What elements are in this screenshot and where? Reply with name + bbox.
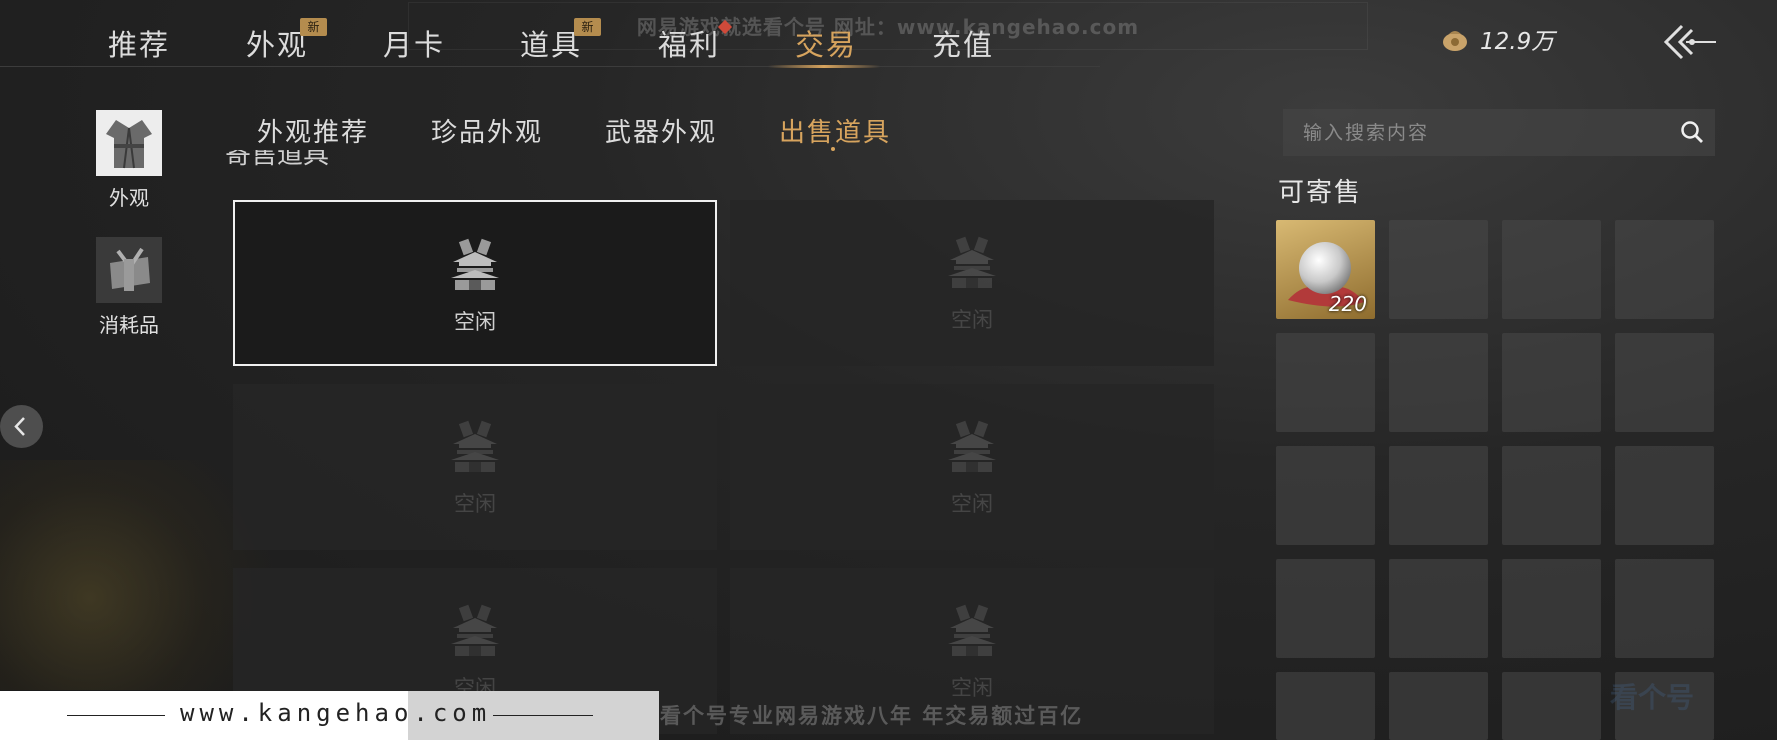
inventory-cell-empty[interactable] [1389,220,1488,319]
pavilion-icon [451,238,499,290]
consign-slot[interactable]: 空闲 [730,200,1214,366]
inventory-cell-empty[interactable] [1502,672,1601,740]
tab-monthly-card[interactable]: 月卡 [383,22,445,62]
chevron-left-icon [14,417,25,436]
search-box [1283,109,1715,156]
watermark-rule [493,715,593,716]
back-button[interactable] [1660,20,1720,64]
subtab-weapon-appearance[interactable]: 武器外观 [605,112,717,149]
back-arrow-icon [1663,24,1716,60]
new-badge: 新 [574,18,601,36]
new-badge: 新 [300,18,327,36]
robe-icon [96,110,162,176]
slot-status: 空闲 [454,310,496,334]
category-consumables[interactable]: 消耗品 [88,237,170,338]
subtab-rare-appearance[interactable]: 珍品外观 [431,112,543,149]
inventory-cell-empty[interactable] [1276,559,1375,658]
inventory-cell-empty[interactable] [1615,559,1714,658]
inventory-cell-empty[interactable] [1502,559,1601,658]
inventory-cell-empty[interactable] [1389,446,1488,545]
slot-status: 空闲 [454,492,496,516]
category-label: 外观 [109,186,149,210]
coin-pouch-icon [1443,31,1467,51]
slot-status: 空闲 [951,308,993,332]
search-icon[interactable] [1679,119,1705,145]
inventory-cell-empty[interactable] [1502,220,1601,319]
subtab-sell-items[interactable]: 出售道具 [779,112,891,149]
tab-trade[interactable]: 交易 [795,22,857,62]
consign-slot[interactable]: 空闲 [233,200,717,366]
bundle-icon [96,237,162,303]
currency-display: 12.9万 [1440,24,1555,55]
inventory-cell-empty[interactable] [1502,333,1601,432]
tab-welfare[interactable]: 福利 [658,22,720,62]
inventory-cell-empty[interactable] [1502,446,1601,545]
consign-slot[interactable]: 空闲 [730,384,1214,550]
watermark-bottom-text: 看个号专业网易游戏八年 年交易额过百亿 [660,704,1084,728]
category-appearance[interactable]: 外观 [88,110,170,211]
inventory-cell-empty[interactable] [1615,446,1714,545]
pavilion-icon [948,236,996,288]
inventory-item[interactable]: 220 [1276,220,1375,319]
consign-slot[interactable]: 空闲 [233,384,717,550]
watermark-url: www.kangehao.com [180,699,492,727]
tab-recommend[interactable]: 推荐 [108,22,170,62]
inventory-cell-empty[interactable] [1389,559,1488,658]
slots-heading: 寄售道具 [225,150,330,170]
search-input[interactable] [1283,109,1663,156]
slot-status: 空闲 [951,492,993,516]
inventory-cell-empty[interactable] [1615,333,1714,432]
active-subtab-dot [831,147,835,151]
category-label: 消耗品 [99,313,159,337]
slot-status: 空闲 [951,676,993,700]
tab-recharge[interactable]: 充值 [932,22,994,62]
currency-value: 12.9万 [1480,29,1555,55]
inventory-cell-empty[interactable] [1389,333,1488,432]
top-nav: 网易游戏就选看个号 网址：www.kangehao.com 推荐 外观 新 月卡… [0,0,1777,68]
watermark-bar: www.kangehao.com [0,691,659,740]
tab-items[interactable]: 道具 [520,22,582,62]
active-tab-underline [768,65,880,68]
watermark-logo: 看个号 [1610,681,1695,714]
nav-divider [0,66,1100,67]
inventory-cell-empty[interactable] [1389,672,1488,740]
inventory-cell-empty[interactable] [1276,333,1375,432]
pavilion-icon [451,604,499,656]
subtab-appearance-recommend[interactable]: 外观推荐 [257,112,369,149]
item-quantity: 220 [1328,292,1367,316]
watermark-rule [67,715,165,716]
inventory-cell-empty[interactable] [1615,220,1714,319]
previous-button[interactable] [0,405,43,448]
pavilion-icon [948,604,996,656]
tab-appearance[interactable]: 外观 [246,22,308,62]
inventory-cell-empty[interactable] [1276,672,1375,740]
inventory-cell-empty[interactable] [1276,446,1375,545]
pavilion-icon [948,420,996,472]
pavilion-icon [451,420,499,472]
sellable-title: 可寄售 [1278,178,1363,208]
